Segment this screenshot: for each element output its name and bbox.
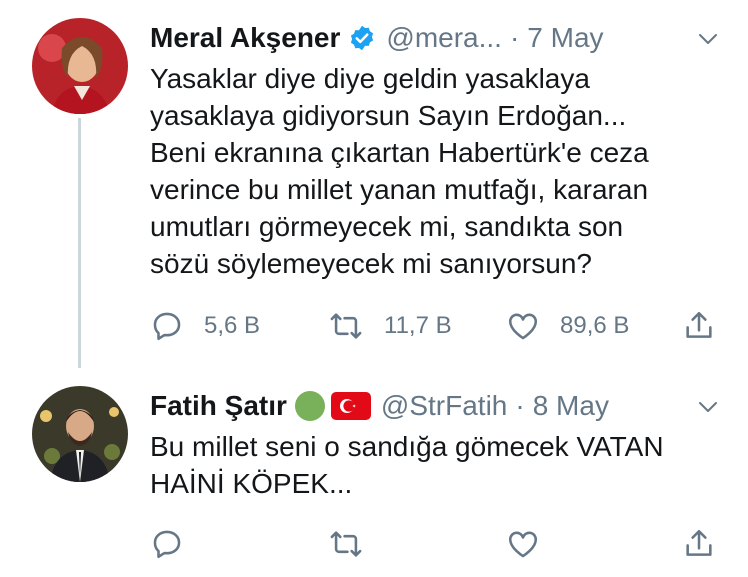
tweet-text-line: Yasaklar diye diye geldin yasaklaya xyxy=(150,63,590,94)
tweet-text-line: Beni ekranına çıkartan Habertürk'e ceza xyxy=(150,137,649,168)
retweet-button[interactable] xyxy=(328,524,364,564)
retweet-button[interactable]: 11,7 B xyxy=(328,306,452,346)
tweet-text: Bu millet seni o sandığa gömecek VATAN H… xyxy=(150,428,730,502)
tweet-text: Yasaklar diye diye geldin yasaklaya yasa… xyxy=(150,60,730,282)
tweet-2[interactable]: Fatih Şatır @StrFatih · 8 May Bu millet … xyxy=(0,372,748,577)
author-name[interactable]: Meral Akşener xyxy=(150,22,340,54)
turkey-flag-icon xyxy=(330,392,371,420)
chevron-down-icon[interactable] xyxy=(696,394,720,426)
reply-count: 5,6 B xyxy=(204,312,261,339)
like-button[interactable]: 89,6 B xyxy=(506,306,629,346)
reply-button[interactable] xyxy=(150,524,184,564)
tweet-text-line: verince bu millet yanan mutfağı, kararan xyxy=(150,174,649,205)
avatar[interactable] xyxy=(32,386,128,482)
tweet-text-line: sözü söylemeyecek mi sanıyorsun? xyxy=(150,248,592,279)
tweet-text-line: Bu millet seni o sandığa gömecek VATAN xyxy=(150,431,664,462)
avatar[interactable] xyxy=(32,18,128,114)
retweet-icon xyxy=(330,313,362,339)
tweet-text-line: HAİNİ KÖPEK... xyxy=(150,468,353,499)
author-name[interactable]: Fatih Şatır xyxy=(150,390,287,422)
verified-badge-icon xyxy=(348,24,376,52)
heart-icon xyxy=(508,531,538,558)
reply-button[interactable]: 5,6 B xyxy=(150,306,260,346)
heart-icon xyxy=(508,313,538,340)
green-circle-icon xyxy=(294,391,325,421)
tweet-text-line: yasaklaya gidiyorsun Sayın Erdoğan... xyxy=(150,100,627,131)
separator-dot: · xyxy=(515,390,525,421)
tweet-header: Meral Akşener @mera... · 7 May xyxy=(150,18,720,58)
tweet-date[interactable]: 8 May xyxy=(533,390,609,422)
tweet-1[interactable]: Meral Akşener @mera... · 7 May Yasaklar … xyxy=(0,0,748,370)
share-button[interactable] xyxy=(682,524,716,564)
retweet-count: 11,7 B xyxy=(384,312,452,339)
reply-icon xyxy=(153,312,181,341)
tweet-header: Fatih Şatır @StrFatih · 8 May xyxy=(150,386,720,426)
tweet-text-line: umutları görmeyecek mi, sandıkta son xyxy=(150,211,624,242)
chevron-down-icon[interactable] xyxy=(696,26,720,58)
share-button[interactable] xyxy=(682,306,716,346)
tweet-date[interactable]: 7 May xyxy=(527,22,603,54)
tweet-actions xyxy=(150,524,720,564)
like-count: 89,6 B xyxy=(560,312,630,339)
separator-dot: · xyxy=(509,22,520,53)
author-handle[interactable]: @mera... xyxy=(386,22,502,54)
share-icon xyxy=(686,311,712,338)
reply-icon xyxy=(153,530,181,559)
share-icon xyxy=(686,529,712,556)
author-handle[interactable]: @StrFatih xyxy=(381,390,507,422)
like-button[interactable] xyxy=(506,524,540,564)
retweet-icon xyxy=(330,531,362,557)
tweet-actions: 5,6 B 11,7 B 89,6 B xyxy=(150,306,720,346)
